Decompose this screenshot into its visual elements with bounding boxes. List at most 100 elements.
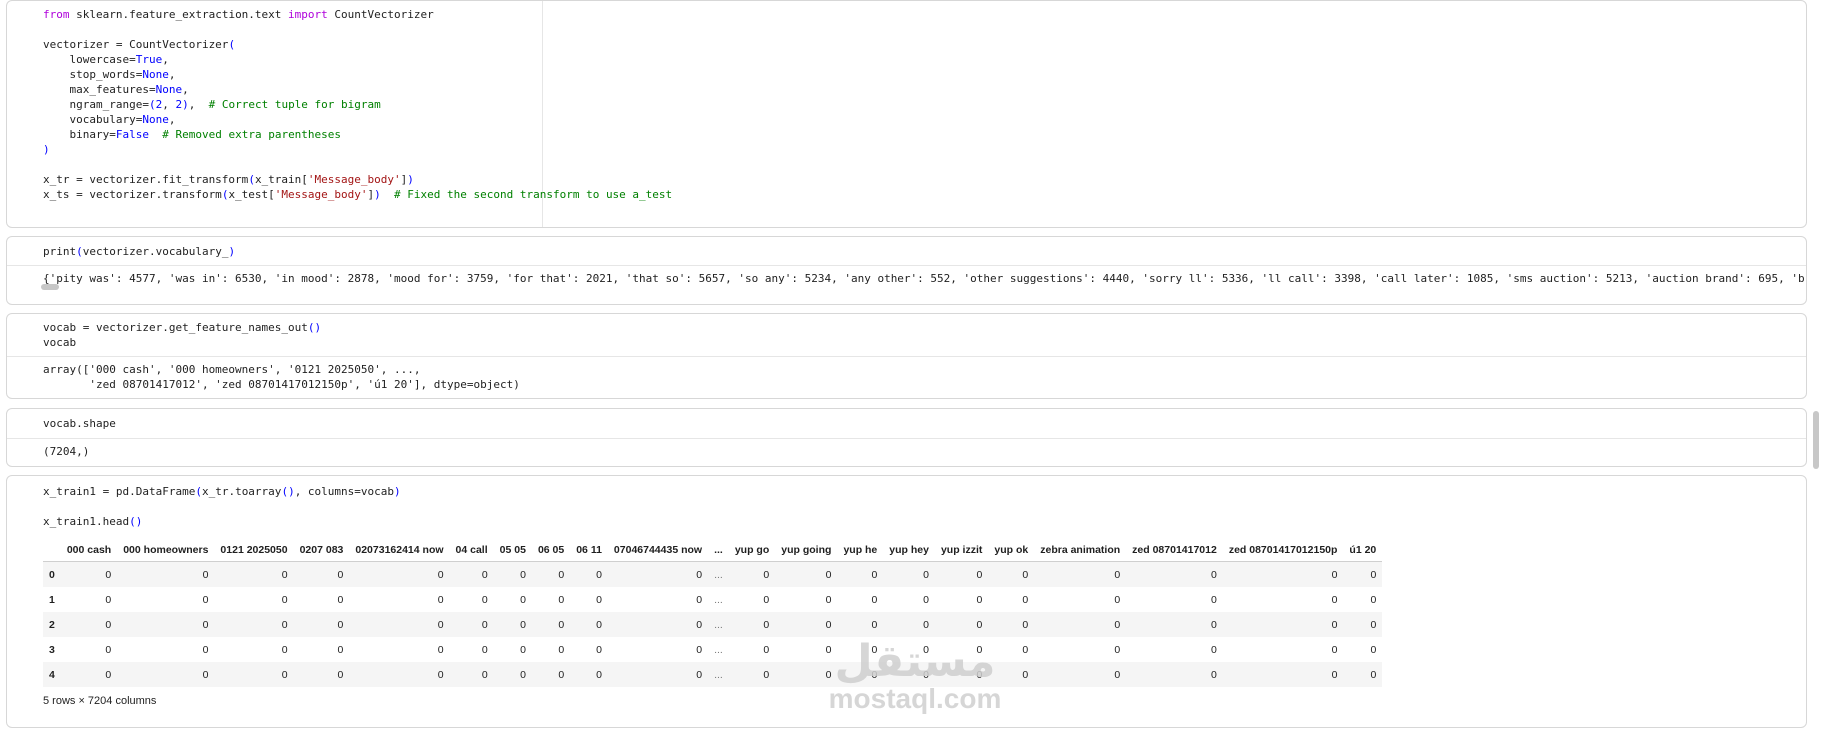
column-header: ú1 20 — [1343, 539, 1383, 562]
code-line: vocabulary=None, — [43, 113, 176, 126]
table-cell: 0 — [1210, 618, 1217, 631]
table-cell: 0 — [923, 643, 929, 656]
vertical-scrollbar[interactable] — [1813, 411, 1819, 469]
table-cell: 0 — [696, 593, 703, 606]
code-cell-print-vocabulary[interactable]: print(vectorizer.vocabulary_) {'pity was… — [6, 236, 1807, 305]
code-cell-feature-names[interactable]: vocab = vectorizer.get_feature_names_out… — [6, 313, 1807, 399]
table-cell: 0 — [923, 568, 929, 581]
column-header: yup izzit — [934, 539, 989, 562]
table-cell: 0 — [558, 618, 565, 631]
table-cell: 0 — [520, 593, 526, 606]
table-cell: 0 — [923, 593, 929, 606]
table-cell: 0 — [202, 568, 209, 581]
code-line: x_train1 = pd.DataFrame(x_tr.toarray(), … — [43, 485, 401, 498]
code-editor[interactable]: print(vectorizer.vocabulary_) — [7, 237, 1806, 259]
table-cell: 0 — [437, 618, 444, 631]
code-line: from sklearn.feature_extraction.text imp… — [43, 8, 434, 21]
table-cell: 0 — [825, 593, 832, 606]
code-editor[interactable]: from sklearn.feature_extraction.text imp… — [7, 1, 1806, 202]
table-cell: 0 — [202, 618, 209, 631]
code-line: x_ts = vectorizer.transform(x_test['Mess… — [43, 188, 673, 201]
table-cell: 0 — [281, 593, 288, 606]
table-cell: 0 — [1114, 643, 1121, 656]
table-cell: 0 — [1210, 668, 1217, 681]
code-cell-dataframe[interactable]: x_train1 = pd.DataFrame(x_tr.toarray(), … — [6, 475, 1807, 728]
cell-output: array(['000 cash', '000 homeowners', '01… — [43, 363, 520, 391]
row-index: 4 — [49, 668, 55, 681]
table-cell: 0 — [596, 643, 602, 656]
code-editor[interactable]: vocab.shape — [7, 409, 1806, 431]
row-index: 1 — [49, 593, 55, 606]
row-index: 3 — [49, 643, 55, 656]
code-cell-vectorizer[interactable]: from sklearn.feature_extraction.text imp… — [6, 0, 1807, 228]
table-cell: 0 — [1022, 618, 1029, 631]
table-cell: 0 — [871, 568, 878, 581]
table-cell: 0 — [1331, 643, 1338, 656]
table-cell: 0 — [281, 643, 288, 656]
column-header: 07046744435 now — [607, 539, 709, 562]
table-cell: 0 — [105, 568, 112, 581]
column-header: 06 11 — [570, 539, 608, 562]
column-header: 0207 083 — [293, 539, 350, 562]
table-cell: 0 — [763, 568, 770, 581]
code-line: ) — [43, 143, 50, 156]
table-cell: 0 — [337, 593, 344, 606]
column-header: 04 call — [449, 539, 494, 562]
table-cell: 0 — [105, 593, 112, 606]
column-header: 06 05 — [531, 539, 571, 562]
table-cell: 0 — [520, 643, 526, 656]
column-header: 000 homeowners — [117, 539, 215, 562]
table-cell: 0 — [437, 568, 444, 581]
table-cell: 0 — [558, 668, 565, 681]
table-cell: 0 — [1370, 593, 1377, 606]
table-cell: 0 — [696, 643, 703, 656]
code-line: lowercase=True, — [43, 53, 169, 66]
dataframe-table: 000 cash 000 homeowners 0121 2025050 0207 0… — [43, 539, 1383, 687]
table-row: 2 0 0 0 0 0 0 0 0 0 0... 0 0 0 0 0 0 0 0 0 0 — [43, 612, 1383, 637]
table-cell: 0 — [763, 618, 770, 631]
table-row: 4 0 0 0 0 0 0 0 0 0 0... 0 0 0 0 0 0 0 0 0 0 — [43, 662, 1383, 687]
code-line: stop_words=None, — [43, 68, 176, 81]
code-line: print(vectorizer.vocabulary_) — [43, 245, 236, 258]
code-line: x_train1.head() — [43, 515, 143, 528]
code-line: vectorizer = CountVectorizer( — [43, 38, 236, 51]
code-cell-vocab-shape[interactable]: vocab.shape (7204,) — [6, 408, 1807, 467]
code-editor[interactable]: vocab = vectorizer.get_feature_names_out… — [7, 314, 1806, 350]
table-cell: 0 — [437, 593, 444, 606]
table-cell: 0 — [481, 668, 488, 681]
cell-output: (7204,) — [43, 445, 90, 458]
table-cell: 0 — [825, 568, 832, 581]
row-index: 2 — [49, 618, 55, 631]
code-line: max_features=None, — [43, 83, 189, 96]
table-cell: 0 — [871, 618, 878, 631]
table-cell: 0 — [976, 618, 983, 631]
table-cell: 0 — [596, 593, 602, 606]
table-cell: 0 — [976, 643, 983, 656]
table-cell: 0 — [596, 568, 602, 581]
table-cell: 0 — [696, 618, 703, 631]
cell-output: {'pity was': 4577, 'was in': 6530, 'in m… — [43, 272, 1806, 285]
table-cell: 0 — [520, 568, 526, 581]
table-cell: 0 — [481, 568, 488, 581]
table-cell: 0 — [871, 593, 878, 606]
table-cell: ... — [714, 643, 723, 656]
table-cell: 0 — [1114, 593, 1121, 606]
index-header — [43, 539, 61, 562]
table-cell: 0 — [763, 593, 770, 606]
table-cell: 0 — [1370, 568, 1377, 581]
table-cell: 0 — [337, 618, 344, 631]
row-index: 0 — [49, 568, 55, 581]
code-editor[interactable]: x_train1 = pd.DataFrame(x_tr.toarray(), … — [7, 476, 1806, 529]
table-cell: 0 — [763, 668, 770, 681]
horizontal-scrollbar[interactable] — [41, 284, 59, 290]
table-cell: 0 — [202, 668, 209, 681]
table-cell: 0 — [105, 643, 112, 656]
table-cell: 0 — [1022, 568, 1029, 581]
column-header: ... — [708, 539, 729, 562]
code-line: vocab = vectorizer.get_feature_names_out… — [43, 321, 322, 334]
table-cell: ... — [714, 668, 723, 681]
table-cell: 0 — [337, 668, 344, 681]
column-header: yup ok — [988, 539, 1035, 562]
